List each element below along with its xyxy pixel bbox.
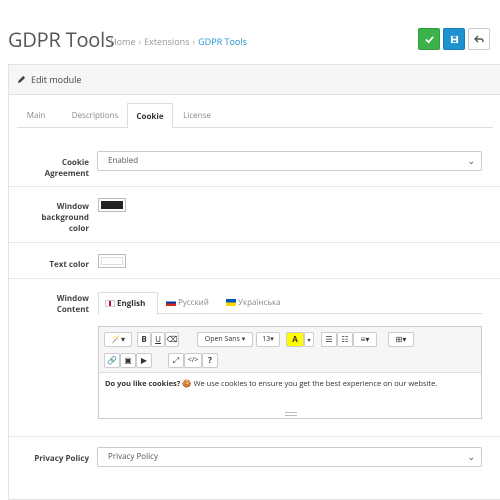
apply-button[interactable] <box>443 28 465 50</box>
privacy-policy-value: Privacy Policy <box>108 451 158 462</box>
tab-descriptions[interactable]: Descriptions <box>63 103 127 128</box>
breadcrumb-current[interactable]: GDPR Tools <box>198 35 247 48</box>
video-icon: ▶ <box>140 355 148 366</box>
cookie-agreement-label: Cookie Agreement <box>44 157 89 179</box>
link-button[interactable]: 🔗 <box>104 353 120 368</box>
table-button[interactable]: ⊞▾ <box>388 332 414 347</box>
magic-wand-button[interactable]: 🪄▾ <box>104 332 132 347</box>
list-ul-icon: ☰ <box>325 334 333 345</box>
bold-button[interactable]: B <box>137 332 151 347</box>
window-bg-color-swatch <box>101 201 123 209</box>
video-button[interactable]: ▶ <box>136 353 152 368</box>
picture-button[interactable]: ▣ <box>120 353 136 368</box>
flag-ua-icon <box>226 299 236 307</box>
eraser-button[interactable]: ⌫ <box>165 332 179 347</box>
cookie-agreement-select[interactable]: Enabled ⌄ <box>97 151 482 171</box>
tab-license[interactable]: License <box>177 103 217 128</box>
lang-tab-english[interactable]: English <box>98 292 158 315</box>
fullscreen-button[interactable]: ⤢ <box>168 353 184 368</box>
privacy-policy-label: Privacy Policy <box>34 453 89 464</box>
code-icon: </> <box>187 356 199 365</box>
breadcrumb-extensions[interactable]: Extensions <box>144 35 189 48</box>
lang-tab-ukrainian[interactable]: Українська <box>220 292 290 314</box>
back-button[interactable] <box>468 28 490 50</box>
pencil-icon <box>17 75 26 84</box>
panel-heading: Edit module <box>9 65 500 95</box>
window-content-label: Window Content <box>56 293 89 315</box>
font-color-button[interactable]: A <box>286 332 304 347</box>
panel-heading-text: Edit module <box>31 73 82 86</box>
row-text-color: Text color <box>9 243 500 279</box>
floppy-icon <box>450 35 458 43</box>
caret-down-icon: ▾ <box>307 335 311 344</box>
unordered-list-button[interactable]: ☰ <box>321 332 337 347</box>
save-button[interactable] <box>418 28 440 50</box>
page-title: GDPR Tools <box>8 26 115 53</box>
row-cookie-agreement: Cookie Agreement Enabled ⌄ <box>9 137 500 187</box>
code-view-button[interactable]: </> <box>184 353 202 368</box>
row-window-bg: Window background color <box>9 187 500 243</box>
cookie-agreement-value: Enabled <box>108 155 139 166</box>
resize-handle[interactable] <box>285 412 297 416</box>
lang-tab-russian[interactable]: Русский <box>160 292 216 314</box>
table-icon: ⊞▾ <box>395 334 407 345</box>
help-button[interactable]: ? <box>202 353 218 368</box>
edit-module-panel: Edit module Main Descriptions Cookie Lic… <box>8 64 500 500</box>
check-icon <box>424 35 434 44</box>
picture-icon: ▣ <box>124 355 132 366</box>
font-family-select[interactable]: Open Sans ▾ <box>197 332 253 347</box>
rich-text-editor[interactable]: 🪄▾ B U ⌫ Open Sans ▾ 13 ▾ A ▾ ☰ ☷ ≡▾ ⊞▾ 🔗… <box>98 326 482 419</box>
fullscreen-icon: ⤢ <box>172 355 180 366</box>
paragraph-align-button[interactable]: ≡▾ <box>353 332 377 347</box>
chevron-down-icon: ⌄ <box>467 450 475 463</box>
underline-icon: U <box>155 334 161 345</box>
tab-main[interactable]: Main <box>17 103 55 128</box>
row-privacy-policy: Privacy Policy Privacy Policy ⌄ <box>9 437 500 477</box>
link-icon: 🔗 <box>107 355 117 366</box>
privacy-policy-select[interactable]: Privacy Policy ⌄ <box>97 447 482 467</box>
align-left-icon: ≡▾ <box>360 334 370 345</box>
chevron-down-icon: ⌄ <box>467 154 475 167</box>
text-color-picker[interactable] <box>98 254 126 268</box>
reply-icon <box>474 35 484 42</box>
eraser-icon: ⌫ <box>166 334 178 345</box>
text-color-swatch <box>101 257 123 265</box>
page-header: GDPR Tools Home › Extensions › GDPR Tools <box>0 0 500 64</box>
list-ol-icon: ☷ <box>341 334 349 345</box>
bold-icon: B <box>141 334 147 345</box>
tab-cookie[interactable]: Cookie <box>127 103 173 129</box>
text-color-label: Text color <box>49 259 89 270</box>
editor-text-bold: Do you like cookies? <box>105 379 181 389</box>
language-tabs: English Русский Українська <box>98 292 482 315</box>
window-bg-label: Window background color <box>41 201 89 234</box>
editor-toolbar: 🪄▾ B U ⌫ Open Sans ▾ 13 ▾ A ▾ ☰ ☷ ≡▾ ⊞▾ 🔗… <box>99 327 481 373</box>
breadcrumb: Home › Extensions › GDPR Tools <box>110 35 247 48</box>
font-color-icon: A <box>292 334 298 345</box>
font-color-dropdown[interactable]: ▾ <box>304 332 314 347</box>
help-icon: ? <box>208 355 212 366</box>
underline-button[interactable]: U <box>151 332 165 347</box>
editor-text: 🍪 We use cookies to ensure you get the b… <box>180 379 438 389</box>
flag-ru-icon <box>166 299 176 307</box>
flag-uk-icon <box>105 300 115 308</box>
ordered-list-button[interactable]: ☷ <box>337 332 353 347</box>
editor-content[interactable]: Do you like cookies? 🍪 We use cookies to… <box>99 373 481 395</box>
magic-wand-icon: 🪄▾ <box>111 334 125 345</box>
font-size-select[interactable]: 13 ▾ <box>256 332 280 347</box>
module-tabs: Main Descriptions Cookie License <box>17 103 493 129</box>
breadcrumb-home[interactable]: Home <box>110 35 135 48</box>
window-bg-color-picker[interactable] <box>98 198 126 212</box>
